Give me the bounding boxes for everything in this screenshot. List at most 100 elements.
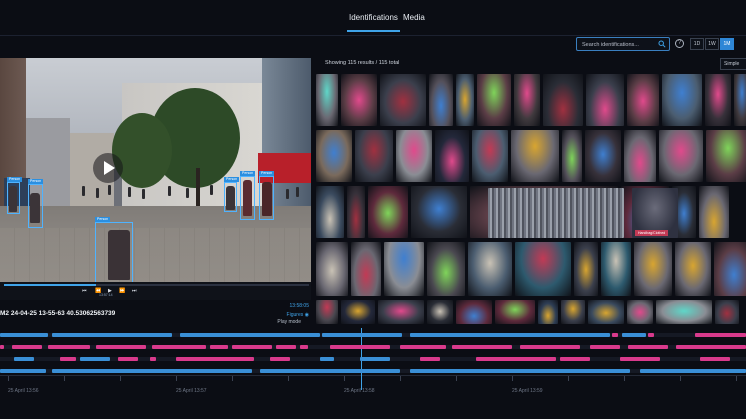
identification-thumbnail[interactable] xyxy=(705,74,731,126)
timeline-segment[interactable] xyxy=(420,357,440,361)
video-player[interactable]: Person Person Person Person Person Perso… xyxy=(0,58,311,282)
timeline-segment[interactable] xyxy=(152,345,206,349)
timeline-segment[interactable] xyxy=(52,333,172,337)
detection-box[interactable]: Person xyxy=(95,217,133,282)
timeline-segment[interactable] xyxy=(700,357,730,361)
identification-thumbnail[interactable] xyxy=(316,186,344,238)
timeline-segment[interactable] xyxy=(622,333,646,337)
timeline-segment[interactable] xyxy=(0,345,4,349)
identification-thumbnail[interactable] xyxy=(588,300,624,324)
timeline-segment[interactable] xyxy=(695,333,746,337)
identification-thumbnail[interactable] xyxy=(543,74,583,126)
tab-identifications[interactable]: Identifications xyxy=(347,13,400,32)
tab-media[interactable]: Media xyxy=(403,13,425,22)
timeline-track[interactable] xyxy=(0,357,746,361)
identification-thumbnail[interactable] xyxy=(347,186,365,238)
timeline-track[interactable] xyxy=(0,333,746,337)
timeline-segment[interactable] xyxy=(320,357,334,361)
timeline-segment[interactable] xyxy=(0,369,46,373)
identification-thumbnail[interactable] xyxy=(585,130,621,182)
timeline-segment[interactable] xyxy=(360,357,390,361)
timeline-segment[interactable] xyxy=(400,345,446,349)
timeline-segment[interactable] xyxy=(52,369,252,373)
identification-thumbnail[interactable] xyxy=(699,186,729,238)
timeline-segment[interactable] xyxy=(180,333,320,337)
timeline-segment[interactable] xyxy=(590,345,620,349)
timeline-segment[interactable] xyxy=(232,345,272,349)
timeline-segment[interactable] xyxy=(620,357,660,361)
identification-thumbnail[interactable] xyxy=(715,300,739,324)
timeline-segment[interactable] xyxy=(96,345,146,349)
identification-thumbnail[interactable] xyxy=(427,242,465,296)
identification-thumbnail[interactable] xyxy=(456,74,474,126)
identification-thumbnail[interactable] xyxy=(429,74,453,126)
help-icon[interactable]: ? xyxy=(675,39,684,48)
timeline-segment[interactable] xyxy=(476,357,556,361)
identification-thumbnail[interactable] xyxy=(562,130,582,182)
timeline-segment[interactable] xyxy=(676,345,746,349)
detection-box[interactable]: Person xyxy=(224,177,240,212)
timeline-segment[interactable] xyxy=(194,357,254,361)
timeline-segment[interactable] xyxy=(330,345,390,349)
timeline-segment[interactable] xyxy=(560,357,590,361)
identification-thumbnail-scene[interactable] xyxy=(488,188,624,238)
detection-box[interactable]: Person xyxy=(259,171,275,220)
fast-forward-icon[interactable]: ⏩ xyxy=(119,288,125,294)
timeline-segment[interactable] xyxy=(260,369,400,373)
identification-thumbnail[interactable] xyxy=(456,300,492,324)
skip-forward-icon[interactable]: ⏭ xyxy=(132,288,137,294)
timeline-segment[interactable] xyxy=(410,369,630,373)
timeline-track[interactable] xyxy=(0,369,746,373)
identification-thumbnail[interactable] xyxy=(574,242,598,296)
timeline-segment[interactable] xyxy=(60,357,76,361)
identification-thumbnail[interactable] xyxy=(316,130,352,182)
timeline-segment[interactable] xyxy=(410,333,610,337)
identification-thumbnail[interactable] xyxy=(511,130,559,182)
range-1w-button[interactable]: 1W xyxy=(705,38,719,50)
identification-thumbnail[interactable] xyxy=(341,74,377,126)
identification-thumbnail[interactable] xyxy=(561,300,585,324)
timeline-segment[interactable] xyxy=(48,345,90,349)
identification-thumbnail[interactable] xyxy=(706,130,746,182)
identification-thumbnail[interactable] xyxy=(427,300,453,324)
identification-thumbnail[interactable] xyxy=(627,300,653,324)
identification-thumbnail[interactable] xyxy=(380,74,426,126)
timeline-segment[interactable] xyxy=(118,357,138,361)
identification-thumbnail[interactable] xyxy=(586,74,624,126)
timeline-segment[interactable] xyxy=(14,357,34,361)
search-box[interactable] xyxy=(576,37,670,51)
timeline-segment[interactable] xyxy=(210,345,228,349)
identification-thumbnail[interactable] xyxy=(514,74,540,126)
range-1d-button[interactable]: 1D xyxy=(690,38,704,50)
detection-box[interactable]: Person xyxy=(7,177,23,214)
identification-thumbnail[interactable] xyxy=(634,242,672,296)
timeline-segment[interactable] xyxy=(322,333,402,337)
identification-thumbnail[interactable] xyxy=(316,74,338,126)
figures-toggle[interactable]: Figures ◉ xyxy=(287,312,309,318)
identification-thumbnail[interactable] xyxy=(495,300,535,324)
identification-thumbnail[interactable] xyxy=(714,242,746,296)
timeline-track[interactable] xyxy=(0,345,746,349)
identification-thumbnail[interactable] xyxy=(656,300,712,324)
detection-box[interactable]: Person xyxy=(240,171,256,220)
identification-thumbnail[interactable] xyxy=(368,186,408,238)
identification-thumbnail[interactable] xyxy=(627,74,659,126)
identification-thumbnail[interactable] xyxy=(734,74,746,126)
timeline-segment[interactable] xyxy=(452,345,512,349)
timeline[interactable]: 25 April 13:56 25 April 13:57 25 April 13:… xyxy=(0,328,746,419)
timeline-segment[interactable] xyxy=(628,345,668,349)
timeline-segment[interactable] xyxy=(300,345,308,349)
identification-thumbnail[interactable] xyxy=(378,300,424,324)
skip-back-icon[interactable]: ⏮ xyxy=(82,288,87,294)
identification-thumbnail[interactable] xyxy=(624,130,656,182)
identification-thumbnail[interactable] xyxy=(659,130,703,182)
identification-thumbnail[interactable] xyxy=(435,130,469,182)
identification-thumbnail[interactable] xyxy=(601,242,631,296)
timeline-segment[interactable] xyxy=(270,357,290,361)
identification-thumbnail[interactable] xyxy=(477,74,511,126)
identification-thumbnail[interactable] xyxy=(316,300,338,324)
identification-thumbnail[interactable] xyxy=(355,130,393,182)
timeline-segment[interactable] xyxy=(640,369,746,373)
search-icon[interactable] xyxy=(658,40,666,48)
detection-box[interactable]: Person xyxy=(28,179,44,228)
